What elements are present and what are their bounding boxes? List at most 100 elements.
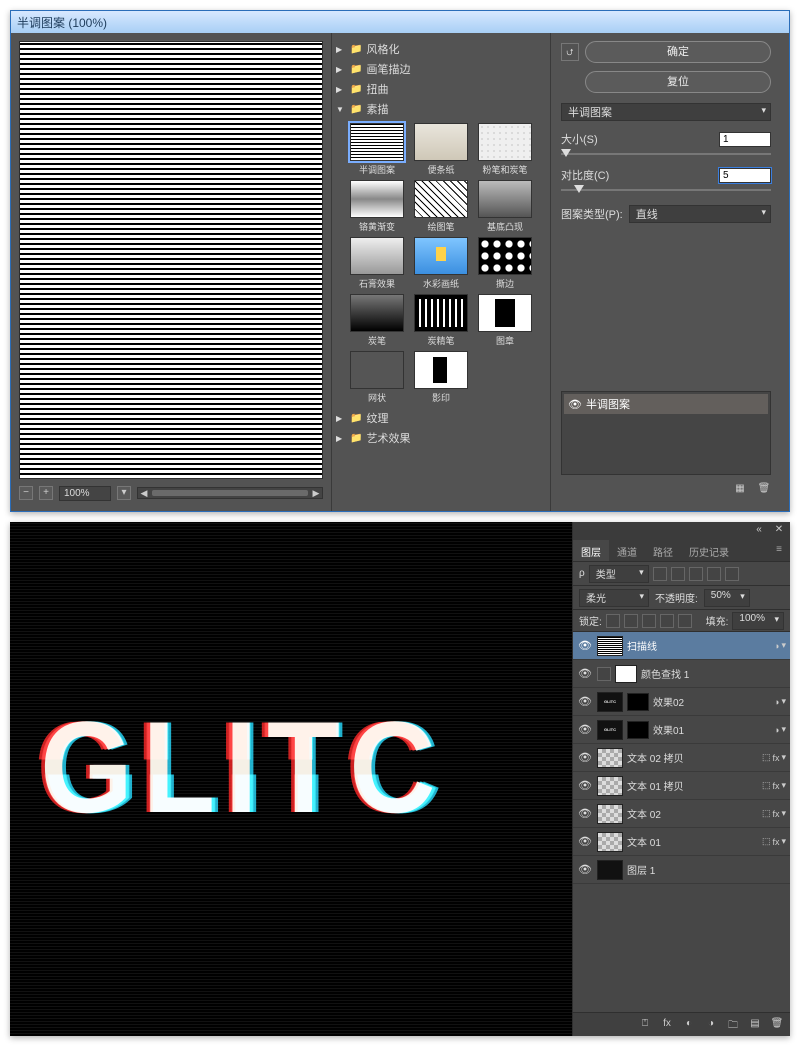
delete-effect-layer-icon[interactable]: 🗑	[757, 483, 771, 497]
layer-text01[interactable]: 👁 文本 01 ⬚fx▾	[573, 828, 790, 856]
applied-filter-row[interactable]: 👁 半调图案	[564, 394, 768, 414]
eye-icon[interactable]: 👁	[568, 398, 582, 411]
filter-waterpaper[interactable]: 水彩画纸	[414, 237, 468, 290]
adjustment-layer-icon[interactable]: ◑	[704, 1018, 718, 1032]
zoom-out-button[interactable]: −	[19, 486, 33, 500]
filter-halftone[interactable]: 半调图案	[350, 123, 404, 176]
layer-fx01[interactable]: 👁 效果01 ◑▾	[573, 716, 790, 744]
cancel-button[interactable]: 复位	[585, 71, 771, 93]
fx-label[interactable]: fx	[772, 781, 779, 791]
opacity-input[interactable]: 50%	[704, 589, 750, 607]
tab-paths[interactable]: 路径	[645, 540, 681, 561]
filter-chalk[interactable]: 粉笔和炭笔	[478, 123, 532, 176]
filter-plaster[interactable]: 石膏效果	[350, 237, 404, 290]
smartfilter-icon[interactable]: ◑	[774, 725, 779, 735]
layer-colorlookup[interactable]: 👁 颜色查找 1	[573, 660, 790, 688]
collapse-preview-icon[interactable]: ⮍	[561, 43, 579, 61]
link-icon[interactable]: ⬚	[762, 780, 771, 791]
filter-notepaper[interactable]: 便条纸	[414, 123, 468, 176]
chevron-down-icon[interactable]: ▾	[781, 640, 786, 651]
filter-adjust-icon[interactable]	[671, 567, 685, 581]
layer-scanlines[interactable]: 👁 扫描线 ◑▾	[573, 632, 790, 660]
category-stylize[interactable]: ▶ 📁 风格化	[336, 39, 546, 59]
eye-icon[interactable]: 👁	[577, 695, 593, 708]
ok-button[interactable]: 确定	[585, 41, 771, 63]
scroll-left-icon[interactable]: ◀	[138, 488, 150, 499]
pattern-type-select[interactable]: 直线	[629, 205, 771, 223]
filter-basrelief[interactable]: 基底凸现	[478, 180, 532, 233]
zoom-select-chevron-icon[interactable]: ▾	[117, 486, 131, 500]
filter-pixel-icon[interactable]	[653, 567, 667, 581]
lock-pos-icon[interactable]	[642, 614, 656, 628]
chevron-down-icon[interactable]: ▾	[781, 752, 786, 763]
delete-layer-icon[interactable]: 🗑	[770, 1018, 784, 1032]
layer-copy02[interactable]: 👁 文本 02 拷贝 ⬚fx▾	[573, 744, 790, 772]
layer-styles-icon[interactable]: fx	[660, 1018, 674, 1032]
zoom-in-button[interactable]: +	[39, 486, 53, 500]
link-icon[interactable]: ⬚	[762, 836, 771, 847]
category-texture[interactable]: ▶ 📁 纹理	[336, 408, 546, 428]
filter-graphic[interactable]: 绘图笔	[414, 180, 468, 233]
category-distort[interactable]: ▶ 📁 扭曲	[336, 79, 546, 99]
link-icon[interactable]: ⬚	[762, 752, 771, 763]
contrast-slider[interactable]	[561, 185, 771, 195]
zoom-select[interactable]: 100%	[59, 486, 111, 501]
category-artistic[interactable]: ▶ 📁 艺术效果	[336, 428, 546, 448]
chevron-down-icon[interactable]: ▾	[781, 780, 786, 791]
chevron-down-icon[interactable]: ▾	[781, 836, 786, 847]
layer-mask-icon[interactable]: ◐	[682, 1018, 696, 1032]
size-input[interactable]	[719, 132, 771, 147]
preview-canvas[interactable]	[19, 41, 323, 479]
filter-chrome[interactable]: 铬黄渐变	[350, 180, 404, 233]
smartfilter-icon[interactable]: ◑	[774, 697, 779, 707]
filter-photocopy[interactable]: 影印	[414, 351, 468, 404]
filter-select[interactable]: 半调图案	[561, 103, 771, 121]
tab-channels[interactable]: 通道	[609, 540, 645, 561]
filter-smart-icon[interactable]	[725, 567, 739, 581]
lock-pixels-icon[interactable]	[624, 614, 638, 628]
layer-bg[interactable]: 👁 图层 1	[573, 856, 790, 884]
fill-input[interactable]: 100%	[732, 612, 784, 630]
smartfilter-icon[interactable]: ◑	[774, 641, 779, 651]
lock-trans-icon[interactable]	[606, 614, 620, 628]
eye-icon[interactable]: 👁	[577, 835, 593, 848]
filter-torn[interactable]: 撕边	[478, 237, 532, 290]
chevron-down-icon[interactable]: ▾	[781, 696, 786, 707]
layer-text02[interactable]: 👁 文本 02 ⬚fx▾	[573, 800, 790, 828]
category-sketch[interactable]: ▼ 📁 素描	[336, 99, 546, 119]
fx-label[interactable]: fx	[772, 753, 779, 763]
filter-reticulate[interactable]: 网状	[350, 351, 404, 404]
category-brush[interactable]: ▶ 📁 画笔描边	[336, 59, 546, 79]
layer-kind-select[interactable]: 类型	[589, 565, 649, 583]
eye-icon[interactable]: 👁	[577, 667, 593, 680]
contrast-input[interactable]	[719, 168, 771, 183]
panel-menu-icon[interactable]: ≡	[768, 540, 790, 561]
fx-label[interactable]: fx	[772, 837, 779, 847]
new-effect-layer-icon[interactable]: ▦	[733, 483, 747, 497]
eye-icon[interactable]: 👁	[577, 807, 593, 820]
layer-fx02[interactable]: 👁 效果02 ◑▾	[573, 688, 790, 716]
fx-label[interactable]: fx	[772, 809, 779, 819]
panel-collapse-icon[interactable]: «	[752, 524, 766, 538]
lock-artboard-icon[interactable]	[660, 614, 674, 628]
filter-stamp[interactable]: 图章	[478, 294, 532, 347]
preview-hscroll[interactable]: ◀ ▶	[137, 487, 323, 499]
layer-copy01[interactable]: 👁 文本 01 拷贝 ⬚fx▾	[573, 772, 790, 800]
filter-type-icon[interactable]	[689, 567, 703, 581]
filter-shape-icon[interactable]	[707, 567, 721, 581]
blend-mode-select[interactable]: 柔光	[579, 589, 649, 607]
eye-icon[interactable]: 👁	[577, 723, 593, 736]
size-slider[interactable]	[561, 149, 771, 159]
filter-charcoal[interactable]: 炭笔	[350, 294, 404, 347]
filter-conte[interactable]: 炭精笔	[414, 294, 468, 347]
titlebar[interactable]: 半调图案 (100%)	[11, 11, 789, 33]
group-icon[interactable]: 🗀	[726, 1018, 740, 1032]
eye-icon[interactable]: 👁	[577, 779, 593, 792]
chevron-down-icon[interactable]: ▾	[781, 808, 786, 819]
chevron-down-icon[interactable]: ▾	[781, 724, 786, 735]
scroll-thumb[interactable]	[152, 490, 308, 496]
new-layer-icon[interactable]: ▤	[748, 1018, 762, 1032]
link-icon[interactable]: ⬚	[762, 808, 771, 819]
scroll-right-icon[interactable]: ▶	[310, 488, 322, 499]
panel-close-icon[interactable]: ✕	[772, 524, 786, 538]
